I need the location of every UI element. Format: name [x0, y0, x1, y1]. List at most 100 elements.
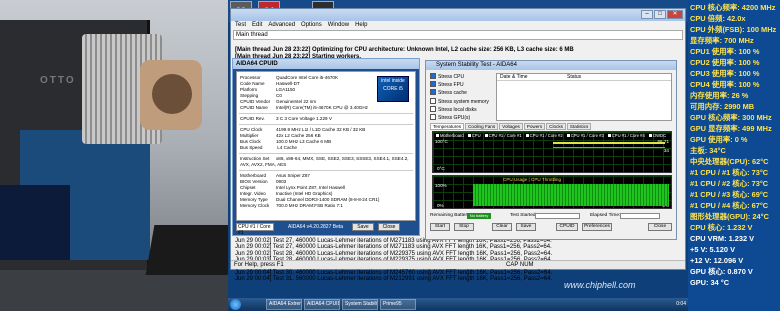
close-button[interactable]: Close: [378, 223, 400, 231]
row-value: Intel Lynx Point Z87, Intel Haswell: [276, 185, 346, 190]
stress-memory-checkbox[interactable]: Stress system memory: [430, 98, 492, 106]
row-label: CPUID Rev.: [240, 116, 265, 121]
osd-line: #1 CPU / #2 核心: 73°C: [690, 179, 769, 188]
prime95-menu: Test Edit Advanced Options Window Help: [231, 21, 685, 30]
menu-test[interactable]: Test: [235, 21, 246, 30]
osd-line: #1 CPU / #1 核心: 73°C: [690, 168, 769, 177]
row-value: Asus Sniper Z87: [276, 173, 310, 178]
save-button[interactable]: Save: [516, 223, 536, 231]
menu-help[interactable]: Help: [355, 21, 367, 30]
legend-item[interactable]: CPU #1 / Core #3: [567, 133, 604, 138]
taskbar-prime95[interactable]: Prime95: [380, 299, 416, 310]
elapsed-value: [620, 213, 660, 219]
preferences-button[interactable]: Preferences: [582, 223, 612, 231]
tab-cooling-fans[interactable]: Cooling Fans: [465, 123, 499, 130]
usage-min-label: 0%: [437, 203, 444, 208]
save-button[interactable]: Save: [352, 223, 374, 231]
main-thread-tab[interactable]: Main thread: [233, 30, 683, 40]
cpuid-title: AIDA64 CPUID: [233, 59, 419, 69]
row-value: 4199.9 MHz L1I / L1D Cache 32 KB / 32 KB: [276, 127, 366, 132]
legend-item[interactable]: CPU #1 / Core #2: [526, 133, 563, 138]
battery-label: Remaining Battery:: [430, 213, 471, 218]
row-value: Dual Channel DDR3-1400 SDRAM (8-8-8-24 C…: [276, 197, 380, 202]
osd-line: GPU 使用率: 0 %: [690, 135, 748, 144]
close-button[interactable]: ✕: [667, 10, 683, 19]
menu-window[interactable]: Window: [328, 21, 349, 30]
divider: [239, 124, 413, 125]
col-datetime[interactable]: Date & Time: [500, 74, 528, 81]
row-value: GenuineIntel 22 nm: [276, 99, 317, 104]
row-value: 0903: [276, 179, 287, 184]
start-button[interactable]: Start: [430, 223, 450, 231]
cpuid-footer: CPU #1 / Core #1 AIDA64 v4.20.2827 Beta …: [236, 222, 416, 236]
taskbar-aida64-cpuid[interactable]: AIDA64 CPUID: [304, 299, 340, 310]
stability-test-window: System Stability Test - AIDA64 Stress CP…: [425, 60, 677, 240]
menu-advanced[interactable]: Advanced: [268, 21, 295, 30]
power-supply: [0, 185, 70, 260]
osd-line: 显存频率: 700 MHz: [690, 36, 754, 45]
osd-line: 主板: 34°C: [690, 146, 726, 155]
legend-item[interactable]: CPU #1 / Core #1: [485, 133, 522, 138]
tab-temperatures[interactable]: Temperatures: [430, 123, 465, 130]
maximize-button[interactable]: □: [654, 10, 666, 19]
tab-clocks[interactable]: Clocks: [546, 123, 566, 130]
stress-fpu-checkbox[interactable]: Stress FPU: [430, 81, 492, 89]
version-label: AIDA64 v4.20.2827 Beta: [288, 224, 344, 230]
legend-item[interactable]: Motherboard: [436, 133, 464, 138]
temp-max-label: 100°C: [435, 139, 448, 144]
stress-disks-checkbox[interactable]: Stress local disks: [430, 106, 492, 114]
row-value: Intel(R) Core(TM) i5-4670K CPU @ 3.40GHz: [276, 105, 368, 110]
minimize-button[interactable]: –: [641, 10, 653, 19]
legend-item[interactable]: CPU: [468, 133, 481, 138]
osd-line: +5 V: 5.120 V: [690, 245, 735, 254]
cooler-fan: [140, 60, 202, 130]
osd-line: 图形处理器(GPU): 24°C: [690, 212, 769, 221]
row-value: C0: [276, 93, 282, 98]
row-label: Bus Speed: [240, 145, 263, 150]
status-text: For Help, press F1: [234, 262, 284, 268]
desktop-screen: 99 64 – □ ✕ Test Edit Advanced Options W…: [228, 0, 688, 311]
osd-line: GPU 核心: 0.870 V: [690, 267, 753, 276]
stop-button[interactable]: Stop: [454, 223, 474, 231]
osd-line: CPU 倍频: 42.0x: [690, 14, 746, 23]
stress-gpu-checkbox[interactable]: Stress GPU(s): [430, 114, 492, 122]
taskbar-stability-test[interactable]: System Stability Test...: [342, 299, 378, 310]
clear-button[interactable]: Clear: [492, 223, 512, 231]
close-button[interactable]: Close: [648, 223, 672, 231]
stress-cpu-checkbox[interactable]: Stress CPU: [430, 73, 492, 81]
legend-item[interactable]: CPU #1 / Core #4: [608, 133, 645, 138]
start-button[interactable]: [230, 299, 241, 310]
cpuid-row: CPUID Rev. 3 C 3 Core Voltage 1.229 V: [240, 116, 332, 122]
cpuid-panel: intel inside CORE i5 Processor QuadCore I…: [236, 71, 416, 221]
divider: [239, 153, 413, 154]
test-buttons: Start Stop Clear Save CPUID Preferences …: [430, 223, 674, 232]
test-started-label: Test Started:: [510, 213, 537, 218]
legend-item[interactable]: OWDC: [649, 133, 666, 138]
row-value: Haswell-DT: [276, 81, 300, 86]
col-status[interactable]: Status: [567, 74, 581, 81]
temp-min-label: 0°C: [437, 166, 445, 171]
menu-edit[interactable]: Edit: [252, 21, 262, 30]
osd-line: 内存使用率: 26 %: [690, 91, 749, 100]
osd-line: CPU 外频(FSB): 100 MHz: [690, 25, 777, 34]
osd-line: GPU 显存频率: 499 MHz: [690, 124, 772, 133]
log-line: [Main thread Jun 28 23:22] Optimizing fo…: [235, 47, 574, 53]
cpuid-row: Bus Speed L4 Cache: [240, 145, 297, 151]
tab-powers[interactable]: Powers: [523, 123, 546, 130]
temperature-graph: Motherboard CPU CPU #1 / Core #1 CPU #1 …: [432, 131, 672, 173]
taskbar-aida64-extreme[interactable]: AIDA64 Extreme: [266, 299, 302, 310]
tab-statistics[interactable]: Statistics: [566, 123, 592, 130]
stress-cache-checkbox[interactable]: Stress cache: [430, 89, 492, 97]
osd-line: 可用内存: 2990 MB: [690, 102, 755, 111]
usage-title: CPU Usage | CPU Throttling: [503, 177, 562, 182]
usage-max-label: 100%: [435, 183, 447, 188]
cpuid-button[interactable]: CPUID: [556, 223, 578, 231]
events-list[interactable]: Date & Time Status: [496, 73, 672, 121]
taskbar-clock[interactable]: 0:04: [676, 299, 686, 310]
core-select-dropdown[interactable]: CPU #1 / Core #1: [236, 223, 274, 236]
menu-options[interactable]: Options: [301, 21, 322, 30]
battery-value: No battery: [467, 213, 491, 219]
divider: [239, 113, 413, 114]
tab-voltages[interactable]: Voltages: [499, 123, 523, 130]
osd-line: CPU VRM: 1.232 V: [690, 234, 755, 243]
